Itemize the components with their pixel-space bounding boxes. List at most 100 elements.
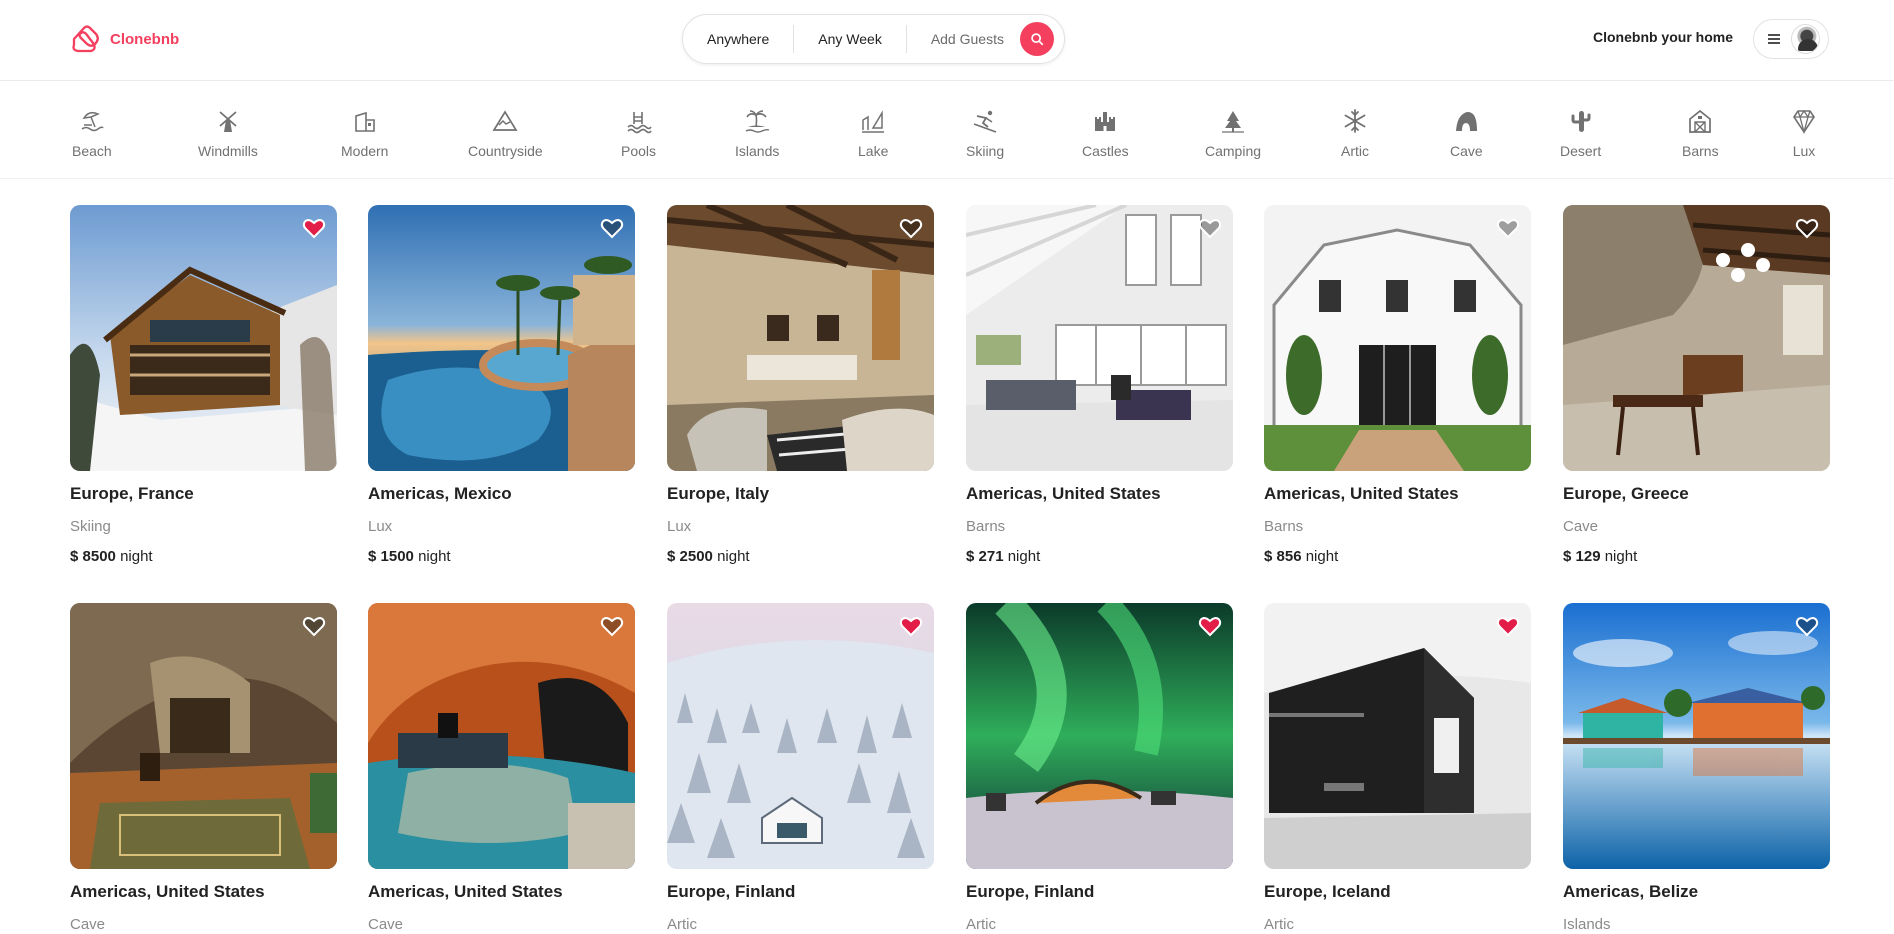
price-amount: $ 1500 — [368, 548, 414, 565]
listing-price: $ 1500 night — [368, 548, 635, 565]
category-lake[interactable]: Lake — [858, 108, 888, 159]
search-when-button[interactable]: Any Week — [794, 23, 906, 55]
category-countryside[interactable]: Countryside — [468, 108, 543, 159]
logo-text: Clonebnb — [110, 30, 180, 48]
category-beach[interactable]: Beach — [72, 108, 112, 159]
favorite-heart-icon[interactable] — [302, 614, 326, 638]
listing-photo[interactable] — [1264, 205, 1531, 471]
listing-photo[interactable] — [1563, 603, 1830, 869]
windmill-icon — [219, 111, 237, 132]
listing-location: Europe, Greece — [1563, 484, 1689, 503]
category-barns[interactable]: Barns — [1682, 108, 1719, 159]
category-artic[interactable]: Artic — [1341, 108, 1369, 159]
listing-photo[interactable] — [667, 205, 934, 471]
favorite-heart-icon[interactable] — [600, 216, 624, 240]
listing-photo[interactable] — [1563, 205, 1830, 471]
favorite-heart-icon[interactable] — [1496, 216, 1520, 240]
listing-photo[interactable] — [1264, 603, 1531, 869]
castle-icon — [1095, 112, 1116, 131]
listing-card[interactable]: Americas, United States Barns $ 856 nigh… — [1264, 205, 1531, 565]
category-label: Barns — [1682, 143, 1719, 159]
listing-card[interactable]: Europe, Finland Artic — [667, 603, 934, 933]
category-windmills[interactable]: Windmills — [198, 108, 258, 159]
category-pools[interactable]: Pools — [621, 108, 656, 159]
listing-category: Barns — [1264, 518, 1304, 535]
category-lux[interactable]: Lux — [1791, 108, 1817, 159]
listing-category: Lux — [667, 518, 692, 535]
listing-category: Artic — [966, 916, 996, 933]
listing-price: $ 856 night — [1264, 548, 1531, 565]
mountain-icon — [492, 110, 518, 131]
listing-category: Cave — [70, 916, 106, 933]
cave-icon — [1456, 112, 1478, 131]
listing-card[interactable]: Americas, United States Cave — [368, 603, 635, 933]
category-castles[interactable]: Castles — [1082, 108, 1129, 159]
listing-photo[interactable] — [368, 603, 635, 869]
listing-card[interactable]: Americas, Belize Islands — [1563, 603, 1830, 933]
search-bar[interactable]: Anywhere Any Week Add Guests — [682, 14, 1065, 64]
search-icon — [1031, 33, 1044, 46]
listing-photo[interactable] — [966, 205, 1233, 471]
favorite-heart-icon[interactable] — [1198, 216, 1222, 240]
category-skiing[interactable]: Skiing — [966, 108, 1004, 159]
logo[interactable]: Clonebnb — [70, 22, 179, 56]
user-menu-button[interactable] — [1753, 19, 1829, 59]
favorite-heart-icon[interactable] — [302, 216, 326, 240]
listing-photo[interactable] — [966, 603, 1233, 869]
category-desert[interactable]: Desert — [1560, 108, 1601, 159]
price-unit: night — [1007, 548, 1041, 565]
listing-location: Americas, United States — [70, 882, 265, 901]
tent-icon — [1222, 111, 1245, 133]
search-where-button[interactable]: Anywhere — [683, 23, 793, 55]
category-label: Camping — [1205, 143, 1262, 159]
listing-price: $ 8500 night — [70, 548, 337, 565]
listing-card[interactable]: Europe, France Skiing $ 8500 night — [70, 205, 337, 565]
host-home-link[interactable]: Clonebnb your home — [1593, 29, 1733, 45]
favorite-heart-icon[interactable] — [1795, 216, 1819, 240]
favorite-heart-icon[interactable] — [600, 614, 624, 638]
category-label: Skiing — [966, 143, 1005, 159]
search-guests-button[interactable]: Add Guests — [907, 31, 1016, 47]
favorite-heart-icon[interactable] — [899, 614, 923, 638]
listing-card[interactable]: Europe, Iceland Artic — [1264, 603, 1531, 933]
listing-category: Barns — [966, 518, 1006, 535]
price-unit: night — [1604, 548, 1638, 565]
listing-card[interactable]: Americas, United States Cave — [70, 603, 337, 933]
category-label: Desert — [1560, 143, 1602, 159]
listing-category: Skiing — [70, 518, 111, 535]
modern-house-icon — [354, 111, 375, 132]
listing-photo[interactable] — [70, 603, 337, 869]
listing-category: Artic — [1264, 916, 1294, 933]
listing-category: Lux — [368, 518, 393, 535]
logo-icon — [72, 25, 99, 53]
favorite-heart-icon[interactable] — [1496, 614, 1520, 638]
favorite-heart-icon[interactable] — [1198, 614, 1222, 638]
skier-icon — [973, 110, 997, 133]
listing-card[interactable]: Americas, Mexico Lux $ 1500 night — [368, 205, 635, 565]
listing-location: Europe, Finland — [667, 882, 796, 901]
listing-card[interactable]: Europe, Greece Cave $ 129 night — [1563, 205, 1830, 565]
listing-location: Americas, United States — [966, 484, 1161, 503]
listing-photo[interactable] — [667, 603, 934, 869]
listing-location: Europe, Italy — [667, 484, 770, 503]
favorite-heart-icon[interactable] — [899, 216, 923, 240]
listing-photo[interactable] — [70, 205, 337, 471]
listing-card[interactable]: Americas, United States Barns $ 271 nigh… — [966, 205, 1233, 565]
listing-location: Europe, Finland — [966, 882, 1095, 901]
search-button[interactable] — [1019, 22, 1054, 56]
category-modern[interactable]: Modern — [341, 108, 388, 159]
listing-location: Europe, France — [70, 484, 194, 503]
listing-card[interactable]: Europe, Finland Artic — [966, 603, 1233, 933]
cactus-icon — [1571, 111, 1591, 132]
listing-category: Cave — [368, 916, 404, 933]
category-label: Islands — [735, 143, 780, 159]
favorite-heart-icon[interactable] — [1795, 614, 1819, 638]
listing-photo[interactable] — [368, 205, 635, 471]
beach-umbrella-icon — [81, 111, 104, 132]
listing-card[interactable]: Europe, Italy Lux $ 2500 night — [667, 205, 934, 565]
category-label: Windmills — [198, 143, 258, 159]
category-cave[interactable]: Cave — [1450, 108, 1483, 159]
category-islands[interactable]: Islands — [735, 108, 779, 159]
category-camping[interactable]: Camping — [1205, 108, 1261, 159]
price-unit: night — [418, 548, 451, 565]
